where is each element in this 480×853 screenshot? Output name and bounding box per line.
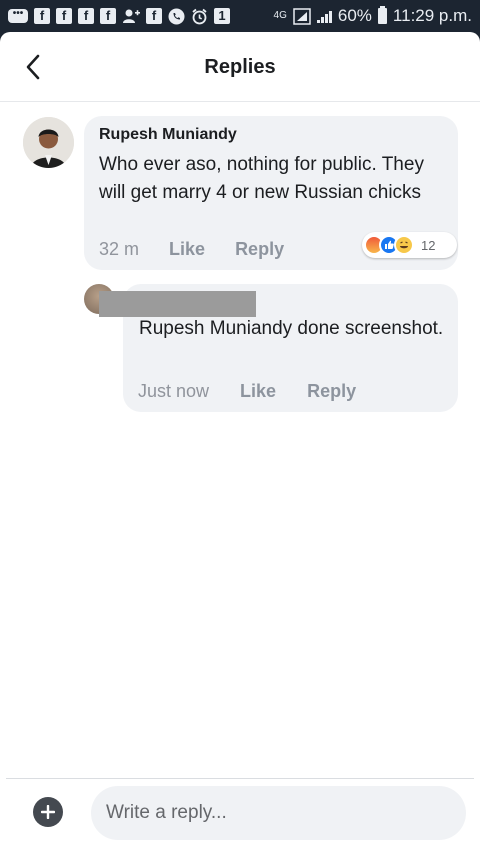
page-title: Replies bbox=[204, 56, 276, 78]
signal-strength-icon bbox=[316, 9, 332, 23]
one-notification-icon: 1 bbox=[214, 8, 230, 24]
alarm-icon bbox=[192, 8, 207, 24]
like-button[interactable]: Like bbox=[240, 381, 276, 402]
plus-icon bbox=[41, 805, 55, 819]
facebook-notification-icon: f bbox=[100, 8, 116, 24]
facebook-notification-icon: f bbox=[56, 8, 72, 24]
like-button[interactable]: Like bbox=[169, 239, 205, 260]
facebook-notification-icon: f bbox=[78, 8, 94, 24]
reaction-count: 12 bbox=[421, 237, 436, 253]
battery-percent: 60% bbox=[337, 6, 372, 25]
reply-text: Rupesh Muniandy done screenshot. bbox=[139, 318, 444, 339]
add-attachment-button[interactable] bbox=[33, 797, 63, 827]
comment-author[interactable]: Rupesh Muniandy bbox=[99, 126, 237, 144]
replies-screen: Replies Rupesh Muniandy Who ever aso, no… bbox=[0, 32, 480, 853]
reactions-summary[interactable]: 12 bbox=[362, 232, 457, 258]
reply-timestamp: Just now bbox=[138, 381, 210, 401]
reply-button[interactable]: Reply bbox=[235, 239, 284, 260]
avatar[interactable] bbox=[23, 117, 74, 168]
system-icons: 4G 60% 11:29 p.m. bbox=[274, 6, 472, 26]
comment-actions: 32 m Like Reply bbox=[99, 239, 284, 260]
profile-photo bbox=[23, 117, 74, 168]
facebook-notification-icon: f bbox=[146, 8, 162, 24]
haha-reaction-icon bbox=[394, 235, 414, 255]
friend-request-icon bbox=[123, 9, 140, 23]
network-type: 4G bbox=[273, 10, 287, 21]
signal-box-icon bbox=[293, 7, 311, 25]
reply-input[interactable] bbox=[91, 786, 466, 840]
chat-notification-icon: ••• bbox=[8, 9, 28, 23]
status-bar: ••• f f f f f 1 4G 60% 11:29 p.m. bbox=[0, 0, 480, 32]
header: Replies bbox=[0, 32, 480, 102]
notification-icons: ••• f f f f f 1 bbox=[8, 8, 230, 25]
redacted-author-name bbox=[99, 291, 256, 317]
reply-actions: Just now Like Reply bbox=[138, 381, 356, 402]
clock: 11:29 p.m. bbox=[392, 6, 472, 25]
divider bbox=[6, 778, 474, 779]
comment-timestamp: 32 m bbox=[99, 239, 140, 259]
comment-text: Who ever aso, nothing for public. They w… bbox=[99, 154, 424, 203]
whatsapp-icon bbox=[168, 8, 185, 24]
facebook-notification-icon: f bbox=[34, 8, 50, 24]
battery-icon bbox=[377, 6, 387, 24]
reply-button[interactable]: Reply bbox=[307, 381, 356, 402]
